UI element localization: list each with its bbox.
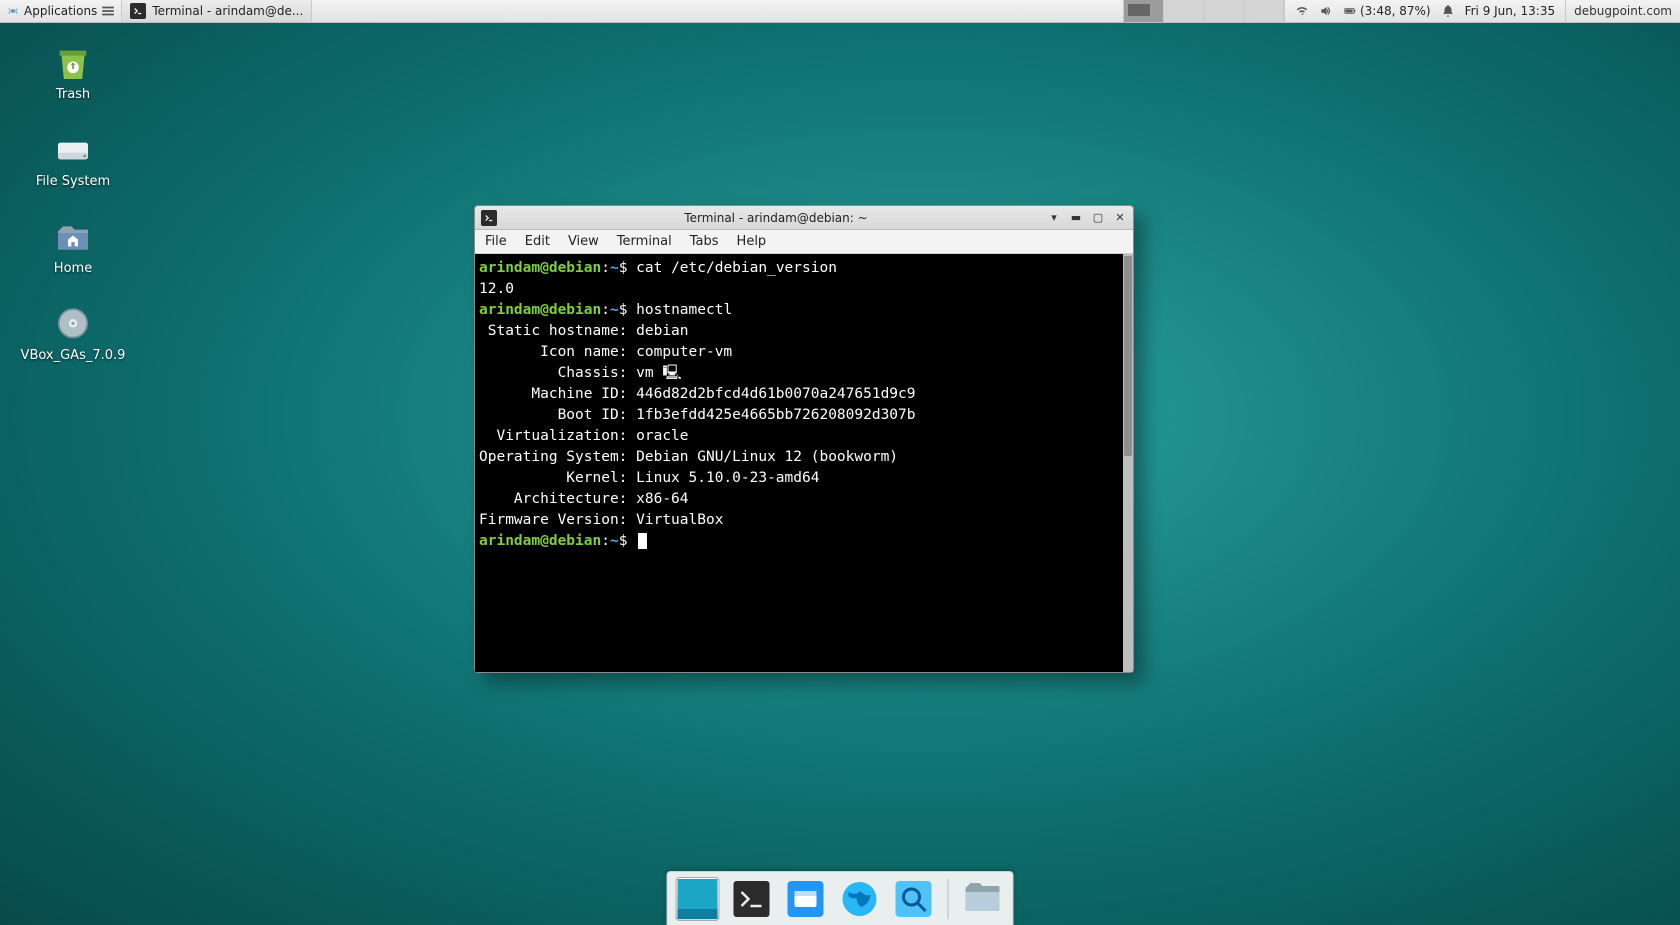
workspace-1[interactable] [1124, 0, 1164, 22]
dock [667, 871, 1014, 925]
workspace-2[interactable] [1164, 0, 1204, 22]
dock-show-desktop[interactable] [676, 877, 720, 921]
home-folder-icon [51, 218, 95, 258]
window-shade-button[interactable]: ▾ [1047, 211, 1061, 225]
menu-edit[interactable]: Edit [525, 234, 550, 249]
workspace-4[interactable] [1244, 0, 1284, 22]
terminal-icon [481, 210, 497, 226]
network-icon[interactable] [1295, 4, 1309, 18]
dock-app-finder[interactable] [892, 877, 936, 921]
dock-web-browser[interactable] [838, 877, 882, 921]
applications-menu[interactable]: Applications [0, 0, 122, 22]
dock-separator [948, 879, 949, 919]
terminal-body[interactable]: arindam@debian:~$ cat /etc/debian_versio… [475, 254, 1133, 672]
dock-file-manager[interactable] [784, 877, 828, 921]
dock-folder[interactable] [961, 877, 1005, 921]
battery-text: (3:48, 87%) [1360, 4, 1431, 18]
terminal-window: Terminal - arindam@debian: ~ ▾ ▬ ▢ ✕ Fil… [474, 205, 1134, 673]
window-title: Terminal - arindam@debian: ~ [505, 211, 1047, 225]
battery-icon [1343, 4, 1357, 18]
terminal-cursor [638, 533, 647, 549]
menu-terminal[interactable]: Terminal [617, 234, 672, 249]
desktop-icon-filesystem[interactable]: File System [18, 131, 128, 190]
terminal-icon [130, 3, 146, 19]
menu-lines-icon [101, 4, 115, 18]
terminal-menubar: File Edit View Terminal Tabs Help [475, 230, 1133, 254]
menu-tabs[interactable]: Tabs [690, 234, 719, 249]
scrollbar-thumb[interactable] [1124, 256, 1132, 456]
menu-help[interactable]: Help [737, 234, 767, 249]
desktop-icons: Trash File System Home VBox_GAs_7.0.9 [18, 44, 128, 364]
window-close-button[interactable]: ✕ [1113, 211, 1127, 225]
window-minimize-button[interactable]: ▬ [1069, 211, 1083, 225]
show-desktop-icon [678, 879, 718, 919]
dock-terminal[interactable] [730, 877, 774, 921]
notification-bell-icon[interactable] [1441, 4, 1455, 18]
clock[interactable]: Fri 9 Jun, 13:35 [1465, 4, 1556, 18]
battery-indicator[interactable]: (3:48, 87%) [1343, 4, 1431, 18]
terminal-scrollbar[interactable] [1123, 254, 1133, 672]
desktop-icon-home[interactable]: Home [18, 218, 128, 277]
trash-icon [51, 44, 95, 84]
desktop-icon-vbox-additions[interactable]: VBox_GAs_7.0.9 [18, 305, 128, 364]
menu-file[interactable]: File [485, 234, 507, 249]
workspace-3[interactable] [1204, 0, 1244, 22]
menu-view[interactable]: View [568, 234, 599, 249]
top-panel: Applications Terminal - arindam@de... (3… [0, 0, 1680, 23]
taskbar-item-label: Terminal - arindam@de... [152, 4, 303, 18]
volume-icon[interactable] [1319, 4, 1333, 18]
window-buttons: ▾ ▬ ▢ ✕ [1047, 211, 1127, 225]
applications-label: Applications [24, 4, 97, 18]
globe-icon [841, 880, 879, 918]
workspace-switcher[interactable] [1123, 0, 1285, 22]
drive-icon [51, 131, 95, 171]
window-maximize-button[interactable]: ▢ [1091, 211, 1105, 225]
desktop-icon-trash[interactable]: Trash [18, 44, 128, 103]
file-manager-icon [788, 881, 824, 917]
xfce-logo-icon [6, 4, 20, 18]
folder-icon [964, 882, 1002, 916]
watermark: debugpoint.com [1565, 0, 1680, 22]
disc-icon [51, 305, 95, 345]
taskbar: Terminal - arindam@de... [122, 0, 312, 22]
magnifier-icon [896, 881, 932, 917]
terminal-icon [734, 881, 770, 917]
window-titlebar[interactable]: Terminal - arindam@debian: ~ ▾ ▬ ▢ ✕ [475, 206, 1133, 230]
system-tray: (3:48, 87%) Fri 9 Jun, 13:35 [1285, 0, 1565, 22]
taskbar-item-terminal[interactable]: Terminal - arindam@de... [122, 0, 312, 22]
